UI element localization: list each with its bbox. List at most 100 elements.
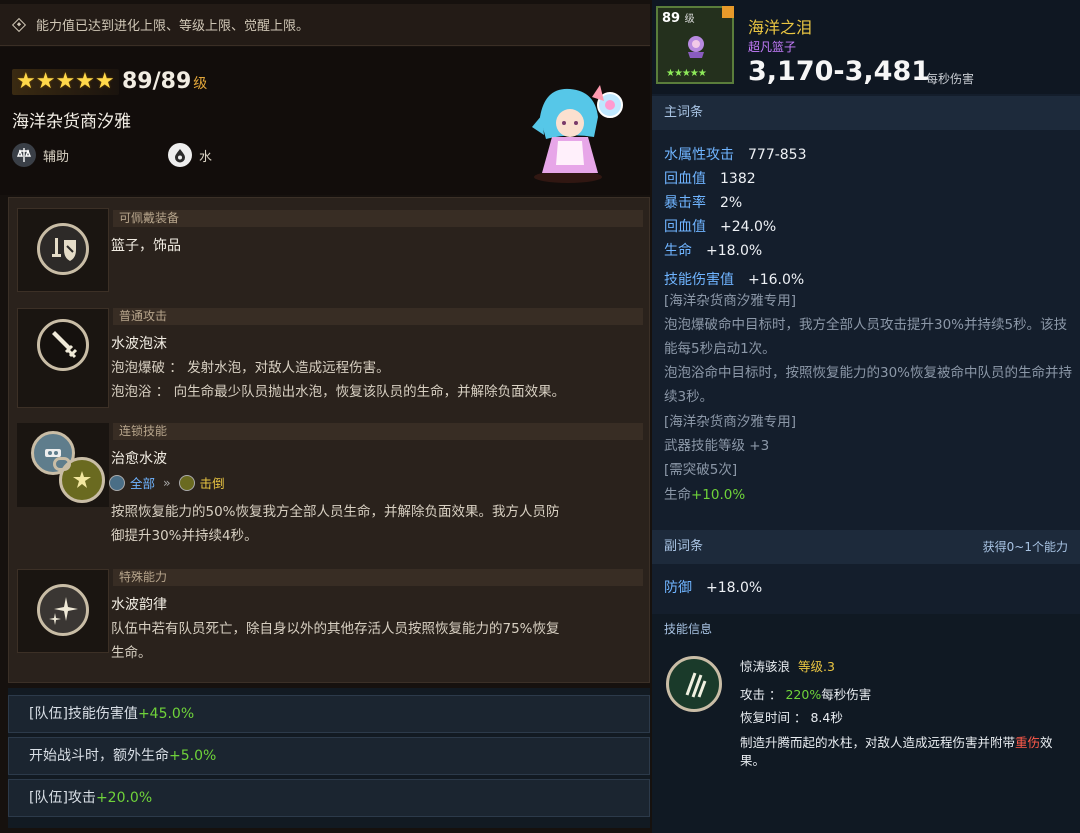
locked-stat: 生命+10.0%: [664, 483, 1074, 507]
weapon-skill-desc: 制造升腾而起的水柱，对敌人造成远程伤害并附带重伤效果。: [740, 734, 1076, 770]
skills-panel: 可佩戴装备 篮子，饰品 普通攻击 水波泡沫 泡泡爆破 ： 发射水泡，对敌人造成远…: [8, 197, 650, 683]
desc-part: 果。: [740, 753, 766, 768]
hero-header: ★★★★★ 89/89 级 海洋杂货商汐雅 辅助 水: [0, 47, 650, 195]
skill-equipment: 可佩戴装备 篮子，饰品: [9, 206, 651, 294]
skill-icon-box: [17, 423, 109, 507]
skill-icon-box: [17, 308, 109, 408]
hero-level-unit: 级: [193, 76, 208, 92]
skill-line: 队伍中若有队员死亡，除自身以外的其他存活人员按照恢复能力的75%恢复: [111, 621, 560, 637]
skill-description: 按照恢复能力的50%恢复我方全部人员生命，并解除负面效果。我方人员防 御提升30…: [111, 500, 631, 548]
stat-value: 1382: [720, 171, 756, 187]
weapon-skill-title: 惊涛骇浪 等级.3: [740, 656, 835, 675]
exclusive-effect: 泡泡爆破命中目标时，我方全部人员攻击提升30%并持续5秒。该技能每5秒启动1次。: [664, 317, 1068, 357]
stat-value: 777-853: [748, 147, 807, 163]
cooldown-label: 恢复时间 ：: [740, 710, 807, 725]
stat-row: 技能伤害值 +16.0%: [664, 269, 804, 289]
stat-key: 回血值: [664, 219, 706, 235]
weapon-skill-name: 惊涛骇浪: [740, 659, 791, 674]
item-icon[interactable]: 89 级 ★★★★★: [656, 6, 734, 84]
skill-description: 泡泡爆破 ： 发射水泡，对敌人造成远程伤害。 泡泡浴 ： 向生命最少队员抛出水泡…: [111, 356, 631, 404]
exclusive-label: [海洋杂货商汐雅专用]: [664, 414, 797, 430]
stat-key: 回血值: [664, 171, 706, 187]
hero-level: 89/89 级: [122, 69, 207, 94]
sub-stats-title: 副词条: [664, 539, 704, 554]
locked-stat-key: 生命: [664, 487, 691, 503]
support-role-icon: [12, 143, 36, 167]
sparkle-icon: [37, 584, 89, 636]
water-element-icon: [168, 143, 192, 167]
bonus-row: 开始战斗时，额外生命+5.0%: [8, 737, 650, 775]
weapon-skill-attack: 攻击 ： 220%每秒伤害: [740, 684, 871, 703]
skill-category: 特殊能力: [113, 569, 643, 586]
attack-unit: 每秒伤害: [821, 687, 872, 702]
main-stats-header: 主词条: [652, 96, 1080, 130]
badge-icon: [722, 6, 734, 18]
bonus-value: +45.0%: [137, 706, 195, 722]
skill-description: 队伍中若有队员死亡，除自身以外的其他存活人员按照恢复能力的75%恢复 生命。: [111, 617, 631, 665]
bonus-row: [队伍]技能伤害值+45.0%: [8, 695, 650, 733]
skill-icon-box: [17, 569, 109, 653]
item-stars: ★★★★★: [666, 68, 707, 79]
skill-normal-attack: 普通攻击 水波泡沫 泡泡爆破 ： 发射水泡，对敌人造成远程伤害。 泡泡浴 ： 向…: [9, 306, 651, 410]
desc-part: 效: [1040, 735, 1053, 750]
sword-icon: [37, 319, 89, 371]
skill-line: 按照恢复能力的50%恢复我方全部人员生命，并解除负面效果。我方人员防: [111, 504, 560, 520]
chain-link-icon: [53, 457, 71, 471]
sword-shield-icon: [37, 223, 89, 275]
sub-stats-header: 副词条 获得0~1个能力: [652, 530, 1080, 564]
item-dps-unit: 每秒伤害: [926, 72, 975, 86]
skill-special: 特殊能力 水波韵律 队伍中若有队员死亡，除自身以外的其他存活人员按照恢复能力的7…: [9, 567, 651, 675]
hero-stars: ★★★★★: [12, 69, 119, 95]
skill-chain: 连锁技能 治愈水波 全部 » 击倒 按照恢复能力的50%恢复我方全部人员生命，并…: [9, 421, 651, 551]
chain-knockdown-icon: [178, 474, 195, 491]
item-dps: 3,170-3,481: [748, 56, 931, 87]
stat-row: 生命 +18.0%: [664, 240, 762, 260]
item-subtitle: 超凡篮子: [748, 40, 797, 54]
chain-to-label: 击倒: [199, 476, 225, 491]
star-rating: ★★★★★: [16, 69, 115, 94]
exclusive-effect: 泡泡浴命中目标时，按照恢复能力的30%恢复被命中队员的生命并持续3秒。: [664, 365, 1073, 405]
stat-key: 暴击率: [664, 195, 706, 211]
stat-row: 水属性攻击 777-853: [664, 144, 807, 164]
stat-key: 防御: [664, 580, 692, 596]
stat-value: +18.0%: [706, 580, 763, 596]
desc-part: 制造升腾而起的水柱，对敌人造成远程伤害并附带: [740, 735, 1016, 750]
item-level: 89 级: [662, 10, 695, 26]
cooldown-value: 8.4秒: [810, 710, 843, 725]
stat-value: 2%: [720, 195, 743, 211]
stat-value: +16.0%: [748, 272, 805, 288]
attack-value: 220%: [785, 687, 822, 702]
skill-category: 可佩戴装备: [113, 210, 643, 227]
item-header: 89 级 ★★★★★ 海洋之泪 超凡篮子 3,170-3,481 每秒伤害: [652, 0, 1080, 94]
skill-title: 篮子，饰品: [111, 238, 181, 254]
hero-level-value: 89/89: [122, 69, 192, 94]
item-panel: 89 级 ★★★★★ 海洋之泪 超凡篮子 3,170-3,481 每秒伤害 主词…: [652, 0, 1080, 833]
item-name: 海洋之泪: [748, 18, 813, 37]
skill-category: 连锁技能: [113, 423, 643, 440]
bonus-value: +5.0%: [169, 748, 217, 764]
basket-icon: [688, 36, 704, 58]
skill-line: 泡泡浴 ： 向生命最少队员抛出水泡，恢复该队员的生命，并解除负面效果。: [111, 384, 566, 400]
skill-line: 御提升30%并持续4秒。: [111, 528, 258, 544]
stat-row: 防御 +18.0%: [664, 577, 762, 597]
sub-stats-hint: 获得0~1个能力: [982, 540, 1068, 554]
chain-all-icon: [109, 474, 125, 491]
chain-condition: 全部 » 击倒: [109, 473, 225, 492]
notice-text: 能力值已达到进化上限、等级上限、觉醒上限。: [36, 19, 310, 34]
skill-title: 治愈水波: [111, 451, 167, 467]
skill-info-panel: 技能信息 惊涛骇浪 等级.3 攻击 ： 220%每秒伤害 恢复时间 ： 8.4秒…: [652, 614, 1080, 833]
desc-highlight: 重伤: [1015, 735, 1041, 750]
role-tag: 辅助: [12, 143, 69, 167]
claw-slash-icon: [666, 656, 722, 712]
diamond-icon: [11, 17, 27, 32]
hero-sprite: [532, 85, 623, 183]
skill-title: 水波韵律: [111, 597, 167, 613]
stat-value: +24.0%: [720, 219, 777, 235]
element-tag: 水: [168, 143, 212, 167]
stat-value: +18.0%: [706, 243, 763, 259]
skill-info-header: 技能信息: [664, 622, 713, 636]
bonus-label: [队伍]技能伤害值: [29, 706, 138, 722]
breakthrough-requirement: [需突破5次]: [664, 462, 738, 478]
weapon-skill-level: 等级.3: [797, 659, 835, 674]
skill-title: 水波泡沫: [111, 336, 167, 352]
